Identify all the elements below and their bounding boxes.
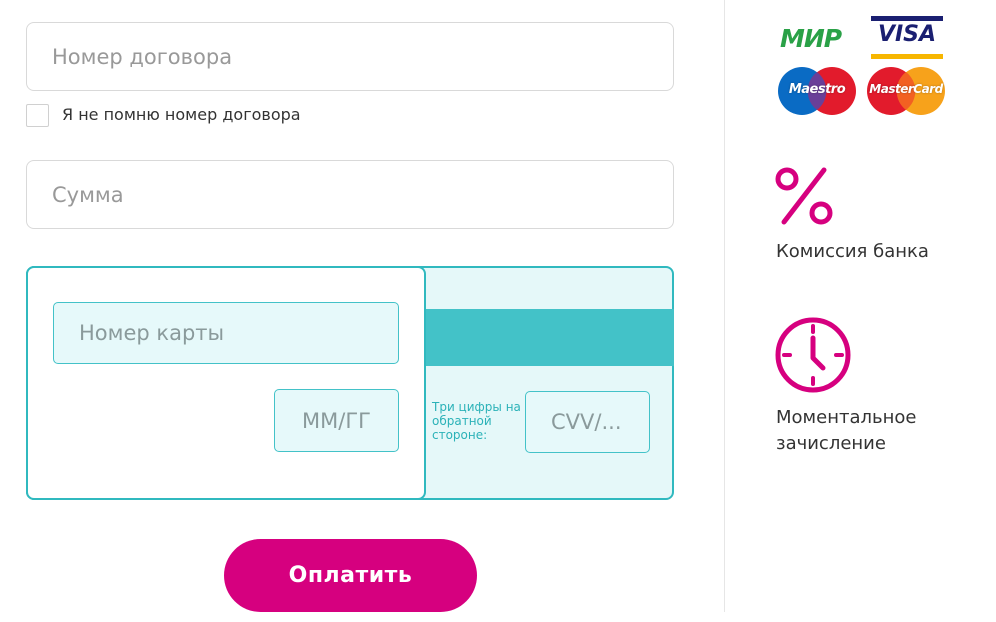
pay-button-label: Оплатить <box>288 563 413 588</box>
visa-logo-text: VISA <box>877 22 937 47</box>
cvv-placeholder: CVV/... <box>551 410 622 434</box>
mir-logo: МИР <box>780 24 842 53</box>
mir-logo-text: МИР <box>780 24 842 53</box>
maestro-logo: Maestro <box>776 66 858 116</box>
card-number-input[interactable]: Номер карты <box>53 302 399 364</box>
instant-credit-label-line1: Моментальное <box>776 407 917 428</box>
amount-placeholder: Сумма <box>52 182 124 207</box>
percent-icon <box>774 166 836 226</box>
pay-button[interactable]: Оплатить <box>224 539 477 612</box>
cvv-hint: Три цифры на обратной стороне: <box>432 400 521 442</box>
amount-input[interactable]: Сумма <box>26 160 674 229</box>
expiry-date-input[interactable]: ММ/ГГ <box>274 389 399 452</box>
instant-credit-label-line2: зачисление <box>776 433 886 454</box>
forgot-contract-label[interactable]: Я не помню номер договора <box>62 105 301 124</box>
forgot-contract-checkbox[interactable] <box>26 104 49 127</box>
commission-label: Комиссия банка <box>776 241 929 262</box>
card-number-placeholder: Номер карты <box>79 321 225 345</box>
mastercard-logo: MasterCard <box>866 66 946 116</box>
expiry-date-placeholder: ММ/ГГ <box>302 408 371 433</box>
contract-number-placeholder: Номер договора <box>52 44 233 69</box>
cvv-input[interactable]: CVV/... <box>525 391 650 453</box>
clock-icon <box>774 316 852 394</box>
magnetic-stripe <box>424 309 674 366</box>
visa-logo: VISA <box>871 16 943 59</box>
sidebar-divider <box>724 0 725 612</box>
contract-number-input[interactable]: Номер договора <box>26 22 674 91</box>
maestro-logo-text: Maestro <box>788 82 846 97</box>
mastercard-logo-text: MasterCard <box>869 82 943 96</box>
